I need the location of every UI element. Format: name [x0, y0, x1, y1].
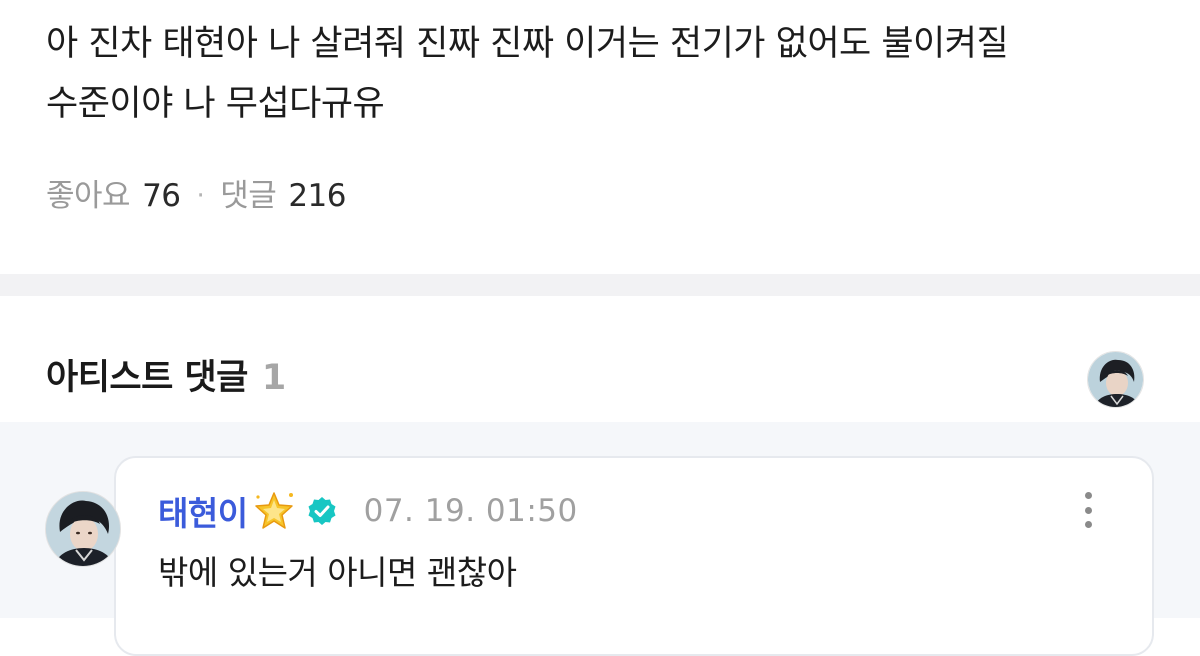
artist-comments-title: 아티스트 댓글	[46, 358, 248, 398]
more-dot	[1084, 492, 1092, 499]
comment-author[interactable]: 태현이	[158, 487, 248, 535]
more-dot	[1084, 521, 1092, 528]
post-body: 아 진차 태현아 나 살려줘 진짜 진짜 이거는 전기가 없어도 불이켜질 수준…	[46, 14, 1166, 134]
section-divider	[0, 274, 1200, 296]
stats-separator: ·	[196, 181, 205, 211]
comments-count: 216	[288, 178, 346, 214]
comment-timestamp: 07. 19. 01:50	[363, 493, 578, 529]
more-vertical-icon[interactable]	[1074, 488, 1102, 532]
more-dot	[1084, 506, 1092, 514]
sparkle-star-icon	[254, 492, 293, 529]
comments-label[interactable]: 댓글	[220, 174, 277, 218]
likes-label[interactable]: 좋아요	[46, 174, 131, 218]
commenter-avatar-icon[interactable]	[45, 491, 121, 567]
post-body-line-1: 아 진차 태현아 나 살려줘 진짜 진짜 이거는 전기가 없어도 불이켜질	[46, 24, 1009, 64]
post-body-line-2: 수준이야 나 무섭다규유	[46, 84, 385, 124]
likes-count: 76	[142, 178, 181, 214]
artist-comments-header: 아티스트 댓글 1	[46, 352, 286, 404]
artist-comments-count: 1	[261, 358, 286, 398]
artist-avatar-icon[interactable]	[1087, 351, 1144, 408]
post-stats: 좋아요 76 · 댓글 216	[46, 174, 346, 218]
comment-text: 밖에 있는거 아니면 괜찮아	[158, 553, 517, 592]
comment-meta: 태현이 07. 19. 01:50	[158, 486, 578, 536]
verified-badge-icon	[308, 497, 336, 525]
